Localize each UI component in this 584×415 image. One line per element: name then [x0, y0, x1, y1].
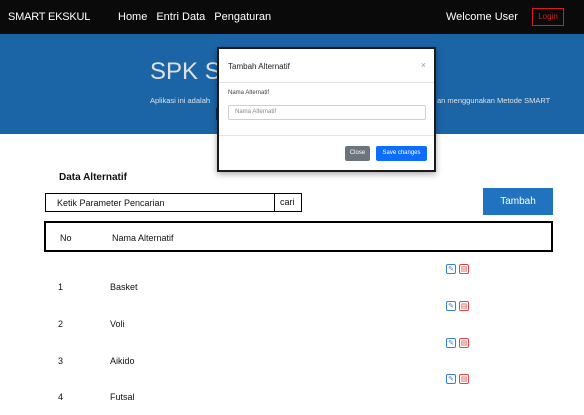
header-no: No [60, 233, 72, 243]
row-no: 2 [58, 319, 64, 329]
row-no: 1 [58, 282, 64, 292]
add-alternative-modal: Tambah Alternatif × Nama Alternatif Nama… [217, 47, 436, 172]
section-title: Data Alternatif [59, 172, 127, 183]
row-no: 4 [58, 392, 64, 402]
pencil-icon[interactable]: ✎ [446, 374, 456, 384]
trash-icon[interactable]: ▤ [459, 338, 469, 348]
modal-title: Tambah Alternatif [228, 62, 290, 71]
search-button[interactable]: cari [280, 197, 295, 207]
row-name: Voli [110, 319, 125, 329]
nav-links: Home Entri Data Pengaturan [118, 11, 271, 23]
pencil-icon[interactable]: ✎ [446, 301, 456, 311]
save-changes-button[interactable]: Save changes [376, 146, 427, 161]
search-divider [274, 194, 275, 211]
modal-header-divider [219, 82, 434, 83]
brand-link[interactable]: SMART EKSKUL [8, 11, 90, 23]
table-header: No Nama Alternatif [44, 221, 553, 252]
tambah-button[interactable]: Tambah [483, 188, 553, 215]
trash-icon[interactable]: ▤ [459, 301, 469, 311]
search-bar: Ketik Parameter Pencarian cari [45, 193, 302, 212]
trash-icon[interactable]: ▤ [459, 374, 469, 384]
table-row: 3 Aikido ✎ ▤ [0, 338, 584, 370]
pencil-icon[interactable]: ✎ [446, 338, 456, 348]
header-nama-alternatif: Nama Alternatif [112, 233, 174, 243]
nama-alternatif-input[interactable]: Nama Alternatif [228, 105, 426, 120]
search-input[interactable]: Ketik Parameter Pencarian [57, 198, 165, 208]
nav-home[interactable]: Home [118, 11, 147, 23]
welcome-text: Welcome User [446, 11, 518, 23]
close-icon[interactable]: × [421, 60, 426, 70]
nav-entri-data[interactable]: Entri Data [156, 11, 205, 23]
close-button[interactable]: Close [345, 146, 370, 161]
trash-icon[interactable]: ▤ [459, 264, 469, 274]
row-name: Aikido [110, 356, 135, 366]
table-row: 2 Voli ✎ ▤ [0, 301, 584, 333]
table-row: 1 Basket ✎ ▤ [0, 264, 584, 296]
nav-pengaturan[interactable]: Pengaturan [214, 11, 271, 23]
row-name: Basket [110, 282, 138, 292]
nama-alternatif-label: Nama Alternatif [228, 90, 270, 96]
modal-footer-divider [219, 135, 434, 136]
login-button[interactable]: Login [532, 8, 564, 26]
navbar: SMART EKSKUL Home Entri Data Pengaturan … [0, 0, 584, 34]
table-row: 4 Futsal ✎ ▤ [0, 374, 584, 406]
row-no: 3 [58, 356, 64, 366]
pencil-icon[interactable]: ✎ [446, 264, 456, 274]
row-name: Futsal [110, 392, 135, 402]
